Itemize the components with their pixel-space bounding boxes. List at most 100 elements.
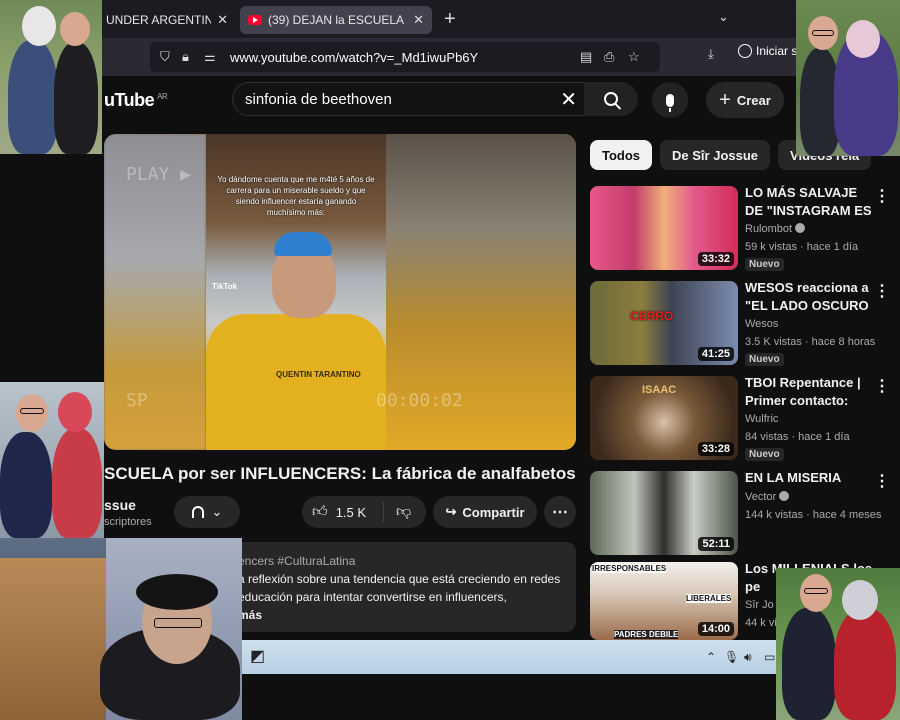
chevron-down-icon: ⌄ <box>211 504 223 519</box>
taskbar-app-icon[interactable]: ◩ <box>250 646 265 666</box>
recommendation-item[interactable]: CERRO 41:25 WESOS reacciona a "EL LADO O… <box>590 279 890 366</box>
verified-icon <box>795 223 806 233</box>
close-icon[interactable]: ✕ <box>413 12 424 28</box>
logo-text: uTube <box>104 90 155 110</box>
like-dislike-group: 👍︎ 1.5 K 👎︎ <box>302 496 426 528</box>
recommendation-item[interactable]: ISAAC 33:28 TBOI Repentance | Primer con… <box>590 374 890 461</box>
tab-title: UNDER ARGENTINA 20 <box>106 13 212 27</box>
dislike-button[interactable]: 👎︎ <box>384 503 411 521</box>
reader-view-icon[interactable]: ▤ <box>580 49 592 65</box>
kebab-menu-icon[interactable]: ⋮ <box>874 281 890 301</box>
description-line: educación para intentar convertirse en i… <box>238 590 507 604</box>
voice-search-button[interactable] <box>652 82 688 118</box>
webcam-overlay <box>0 538 242 720</box>
photo-figure <box>52 428 102 538</box>
kebab-menu-icon[interactable]: ⋮ <box>874 376 890 396</box>
vhs-timecode: 00:00:02 <box>376 390 463 411</box>
video-player[interactable]: PLAY ▶ Yo dándome cuenta que me m4té 5 a… <box>104 134 576 450</box>
account-icon <box>738 44 752 58</box>
close-icon[interactable]: ✕ <box>217 12 228 28</box>
microphone-icon <box>666 93 674 112</box>
photo-figure <box>782 608 836 720</box>
duration-badge: 41:25 <box>697 347 734 361</box>
video-thumbnail[interactable]: 52:11 <box>590 471 738 555</box>
notifications-button[interactable]: ⌄ <box>174 496 240 528</box>
clear-search-icon[interactable]: ✕ <box>560 87 577 112</box>
search-button[interactable] <box>584 82 638 116</box>
address-bar[interactable]: ⛉ 🔒︎ ⚌ www.youtube.com/watch?v=_Md1iwuPb… <box>150 42 660 72</box>
sign-in-label: Iniciar s <box>756 44 798 58</box>
new-badge: Nuevo <box>745 353 784 366</box>
recommendation-item[interactable]: 33:32 LO MÁS SALVAJE DE "INSTAGRAM ES ..… <box>590 184 890 271</box>
photo-figure <box>834 608 896 720</box>
search-value[interactable]: sinfonia de beethoven <box>245 91 392 108</box>
volume-icon[interactable]: 🔊︎ <box>744 650 752 665</box>
description-tags[interactable]: encers #CulturaLatina <box>238 552 564 570</box>
thumbs-up-icon: 👍︎ <box>312 503 328 520</box>
subscriber-count: scriptores <box>104 516 152 528</box>
duration-badge: 33:32 <box>697 252 734 266</box>
show-more-link[interactable]: más <box>238 606 564 624</box>
photo-head <box>842 580 878 620</box>
new-badge: Nuevo <box>745 448 784 461</box>
new-tab-button[interactable]: + <box>444 8 456 31</box>
permissions-icon[interactable]: ⚌ <box>204 49 216 65</box>
chip-channel[interactable]: De Sîr Jossue <box>660 140 771 170</box>
video-thumbnail[interactable]: IRRESPONSABLES LIBERALES PADRES DEBILE 1… <box>590 562 738 640</box>
recommendation-channel: Wulfric <box>745 413 778 425</box>
microphone-tray-icon[interactable]: 🎙︎ <box>724 650 739 664</box>
tiktok-watermark: TikTok <box>212 282 238 291</box>
recommendation-title[interactable]: LO MÁS SALVAJE DE "INSTAGRAM ES ... <box>745 184 875 220</box>
tab-youtube-video[interactable]: (39) DEJAN la ESCUELA por ser ✕ <box>240 6 432 34</box>
new-badge: Nuevo <box>745 258 784 271</box>
glasses-icon <box>20 408 44 414</box>
tab-under-argentina[interactable]: UNDER ARGENTINA 20 ✕ <box>98 6 236 34</box>
description-line: a reflexión sobre una tendencia que está… <box>238 572 561 586</box>
youtube-logo[interactable]: uTube AR <box>104 90 168 111</box>
photo-head <box>58 392 92 432</box>
photo-couple-top-left <box>0 0 102 154</box>
video-thumbnail[interactable]: CERRO 41:25 <box>590 281 738 365</box>
channel-label: Rulombot <box>745 223 793 235</box>
downloads-icon[interactable]: ⤓ <box>708 46 714 62</box>
recommendation-title[interactable]: WESOS reacciona a "EL LADO OSCURO ... <box>745 279 875 315</box>
create-button[interactable]: + Crear <box>706 82 784 118</box>
bookmark-star-icon[interactable]: ☆ <box>628 49 640 65</box>
photo-head <box>60 12 90 46</box>
photo-couple-bottom-right <box>776 568 900 720</box>
browser-tab-bar: UNDER ARGENTINA 20 ✕ (39) DEJAN la ESCUE… <box>0 0 900 38</box>
video-thumbnail[interactable]: ISAAC 33:28 <box>590 376 738 460</box>
kebab-menu-icon[interactable]: ⋮ <box>874 186 890 206</box>
glasses-icon <box>812 30 834 36</box>
channel-name[interactable]: ssue <box>104 497 136 513</box>
network-icon[interactable]: ▭ <box>764 650 775 664</box>
recommendation-item[interactable]: 52:11 EN LA MISERIA Vector 144 k vistas … <box>590 469 890 555</box>
kebab-menu-icon[interactable]: ⋮ <box>874 471 890 491</box>
photo-head <box>846 20 880 58</box>
chip-todos[interactable]: Todos <box>590 140 653 170</box>
search-input[interactable]: sinfonia de beethoven ✕ <box>232 82 590 116</box>
recommendation-meta: 3.5 K vistas · hace 8 horas <box>745 336 876 348</box>
shield-icon[interactable]: ⛉ <box>160 49 170 65</box>
video-caption: Yo dándome cuenta que me m4té 5 años de … <box>217 175 375 217</box>
tab-list-button[interactable]: ⌄ <box>718 9 729 25</box>
sign-in-button[interactable]: Iniciar s <box>738 44 797 58</box>
thumbnail-text: IRRESPONSABLES <box>592 564 667 573</box>
video-frame: Yo dándome cuenta que me m4té 5 años de … <box>206 134 386 450</box>
tray-chevron-up-icon[interactable]: ⌃ <box>706 650 716 664</box>
hoodie-text: QUENTIN TARANTINO <box>276 370 361 379</box>
save-page-icon[interactable]: ⎙ <box>604 49 614 65</box>
share-button[interactable]: ↪ Compartir <box>433 496 537 528</box>
more-actions-button[interactable]: ⋯ <box>544 496 576 528</box>
like-button[interactable]: 👍︎ 1.5 K <box>302 502 384 522</box>
recommendation-channel: Rulombot <box>745 223 806 235</box>
like-count: 1.5 K <box>335 504 367 520</box>
lock-icon[interactable]: 🔒︎ <box>182 49 189 65</box>
youtube-favicon-icon <box>248 15 262 25</box>
video-thumbnail[interactable]: 33:32 <box>590 186 738 270</box>
share-arrow-icon: ↪ <box>445 504 457 519</box>
recommendation-title[interactable]: EN LA MISERIA <box>745 469 875 487</box>
thumbnail-text: PADRES DEBILE <box>614 630 679 639</box>
url-text[interactable]: www.youtube.com/watch?v=_Md1iwuPb6Y <box>230 50 478 65</box>
recommendation-title[interactable]: TBOI Repentance | Primer contacto: Ca... <box>745 374 875 410</box>
